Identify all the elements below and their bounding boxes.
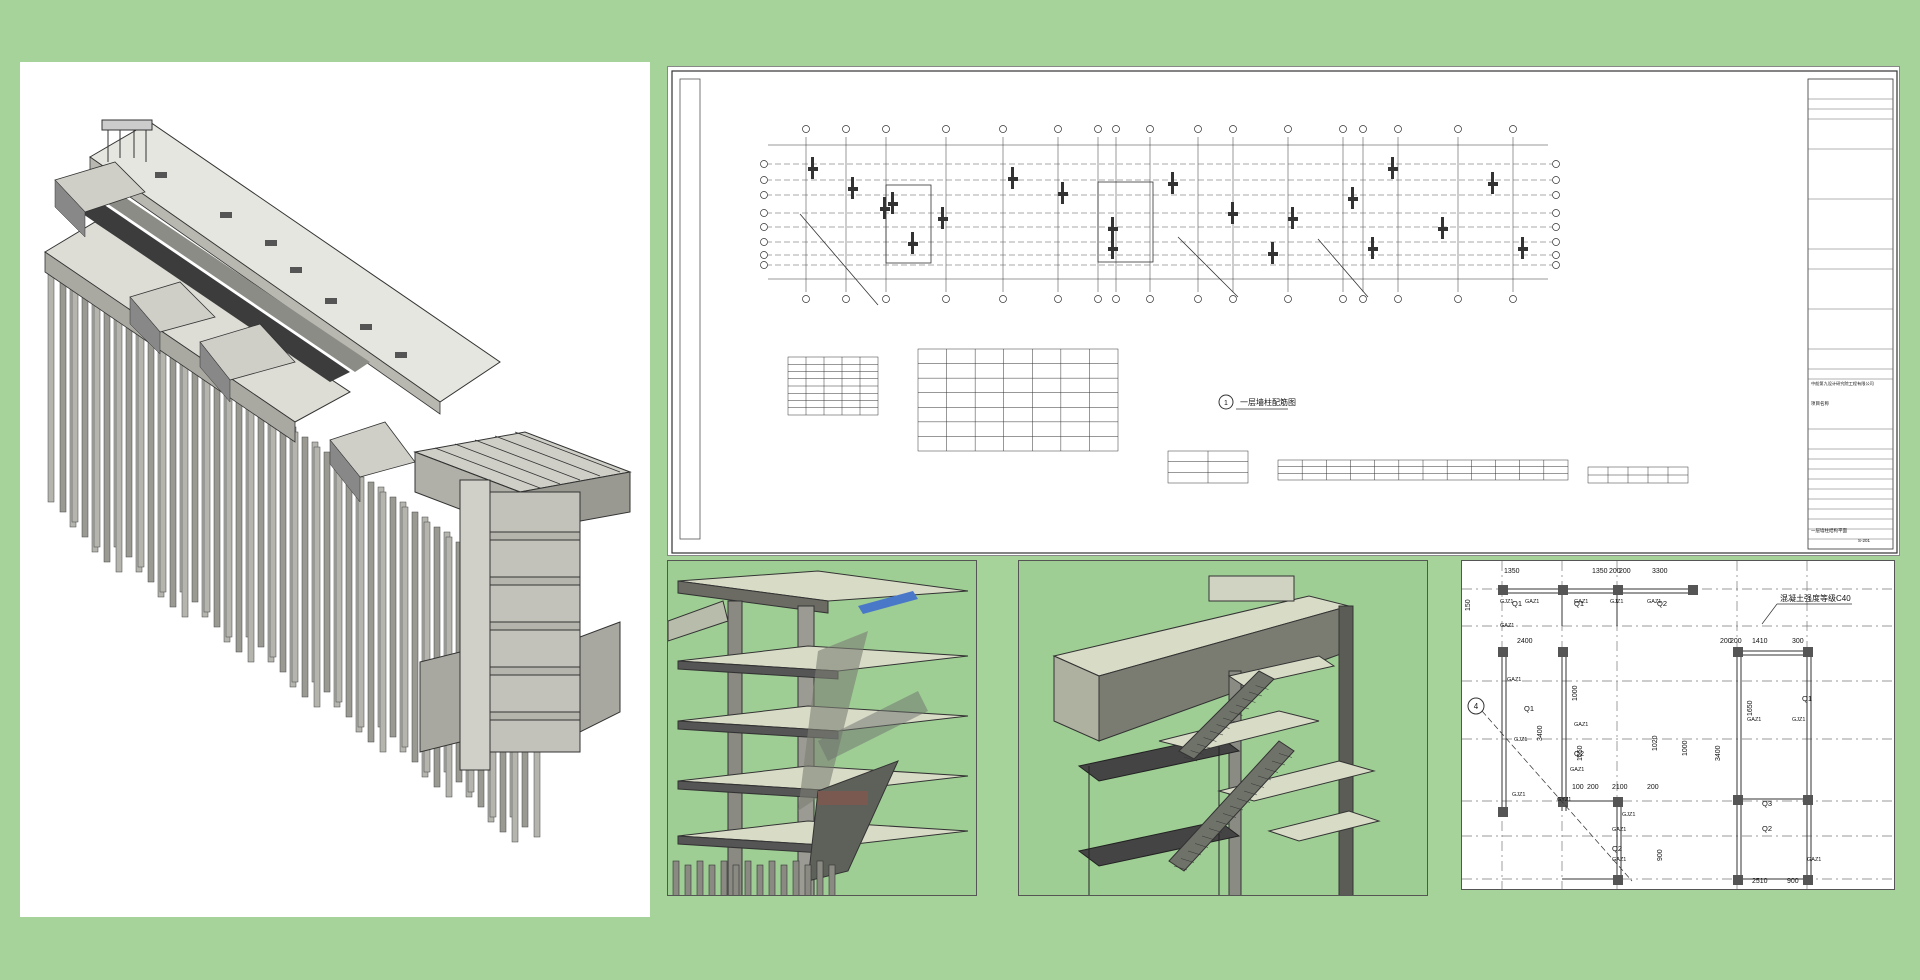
dimension-text: 300 [1792,638,1804,645]
wall-label: Q1 [1524,704,1534,713]
dimension-text: 900 [1787,878,1799,885]
column-tag: GAZ1 [1525,599,1539,605]
title-block-company: 中船第九设计研究院工程有限公司 [1811,380,1874,387]
dimension-text: 1650 [1747,700,1754,716]
column-tag: GJZ1 [1610,599,1623,605]
plan-drawing: 1 一层墙柱配筋图 中船第九设计研究院工程有限公司 项目名称 一层墙柱结构平面 … [671,70,1898,554]
wall-label: Q3 [1762,799,1772,808]
title-block: 中船第九设计研究院工程有限公司 项目名称 一层墙柱结构平面 S-201 [1807,78,1894,550]
dimension-text: 1350 [1592,568,1608,575]
dimension-text: 3400 [1715,745,1722,761]
wall-label: Q1 [1512,599,1522,608]
render-1-drawing [668,561,976,895]
dimension-text: 200 [1730,638,1742,645]
isometric-structure-panel [20,62,650,917]
column-tag: GAZ1 [1612,857,1626,863]
column-tag: GAZ1 [1612,827,1626,833]
column-tag: GJZ1 [1622,812,1635,818]
wall-column-detail-sheet: 1350 1350 200 200 3300 2400 200 200 1410 300 100 20… [1461,560,1895,890]
stair-section-render-1 [667,560,977,896]
dimension-text: 200 [1619,568,1631,575]
wall-label: Q1 [1802,694,1812,703]
dimension-text: 1350 [1504,568,1520,575]
column-tag: GAZ1 [1507,677,1521,683]
dimension-text: 3400 [1537,725,1544,741]
dimension-text: 100 [1572,784,1584,791]
title-block-sheet-number: S-201 [1858,538,1871,543]
dimension-text: 1020 [1652,735,1659,751]
isometric-structure-drawing [44,119,632,843]
dimension-text: 1410 [1752,638,1768,645]
render-2-drawing [1019,561,1427,895]
dimension-text: 2400 [1517,638,1533,645]
dimension-text: 150 [1465,599,1472,611]
drawing-title: 一层墙柱配筋图 [1240,397,1296,407]
column-tag: GJZ1 [1792,717,1805,723]
column-tag: GJZ1 [1512,792,1525,798]
dimension-text: 2510 [1752,878,1768,885]
title-block-project: 项目名称 [1811,400,1829,407]
column-tag: GAZ1 [1500,623,1514,629]
column-tag: GAZ1 [1747,717,1761,723]
dimension-text: 900 [1657,849,1664,861]
dimension-text: 200 [1587,784,1599,791]
detail-drawing: 1350 1350 200200 33002400 200200 1410 300100 20… [1462,561,1894,889]
wall-label: Q2 [1574,749,1584,758]
dimension-text: 1000 [1682,740,1689,756]
dimension-text: 2100 [1612,784,1628,791]
column-tag: GJZ1 [1514,737,1527,743]
column-tag: GAZ1 [1647,599,1661,605]
dimension-text: 200 [1647,784,1659,791]
column-tag: GAZ1 [1574,722,1588,728]
concrete-grade-note: 混凝土强度等级C40 [1780,593,1851,603]
column-tag: GYZ1 [1557,797,1571,803]
dimension-text: 3300 [1652,568,1668,575]
structural-plan-sheet: 1 一层墙柱配筋图 中船第九设计研究院工程有限公司 项目名称 一层墙柱结构平面 … [667,66,1900,556]
column-tag: GAZ1 [1807,857,1821,863]
dimension-text: 1000 [1572,685,1579,701]
column-tag: GJZ1 [1500,599,1513,605]
axis-bubble: 4 [1474,702,1479,711]
wall-label: Q2 [1762,824,1772,833]
column-tag: GAZ1 [1570,767,1584,773]
column-tag: GAZ1 [1574,599,1588,605]
drawing-number: 1 [1224,400,1228,407]
wall-label: Q2 [1612,844,1622,853]
title-block-sheet-title: 一层墙柱结构平面 [1811,527,1847,534]
stair-section-render-2 [1018,560,1428,896]
